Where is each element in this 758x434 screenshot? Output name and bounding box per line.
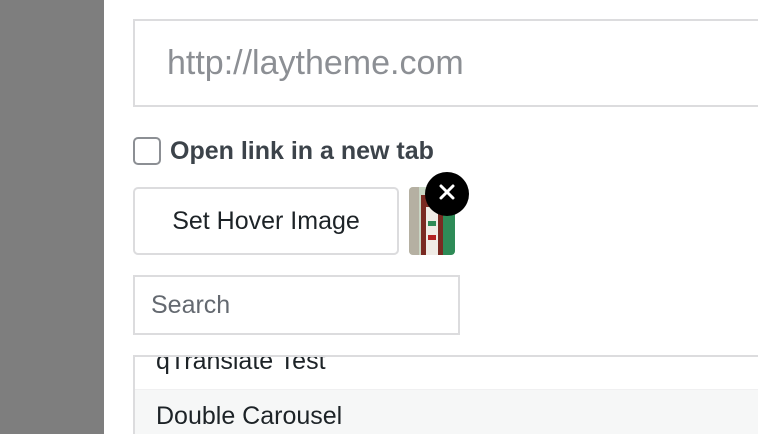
- new-tab-checkbox[interactable]: [133, 137, 161, 165]
- search-results-list[interactable]: qTranslate Test Double Carousel: [133, 355, 758, 434]
- link-settings-panel: Open link in a new tab Set Hover Image q…: [104, 0, 758, 434]
- list-item[interactable]: Double Carousel: [135, 389, 758, 434]
- open-new-tab-option[interactable]: Open link in a new tab: [133, 135, 434, 167]
- modal-backdrop[interactable]: [0, 0, 104, 434]
- new-tab-label[interactable]: Open link in a new tab: [170, 137, 434, 166]
- close-icon: [439, 184, 455, 205]
- set-hover-image-button[interactable]: Set Hover Image: [133, 187, 399, 255]
- search-input[interactable]: [133, 275, 460, 335]
- list-item[interactable]: qTranslate Test: [135, 357, 758, 387]
- remove-hover-image-button[interactable]: [425, 172, 469, 216]
- url-input[interactable]: [133, 19, 758, 107]
